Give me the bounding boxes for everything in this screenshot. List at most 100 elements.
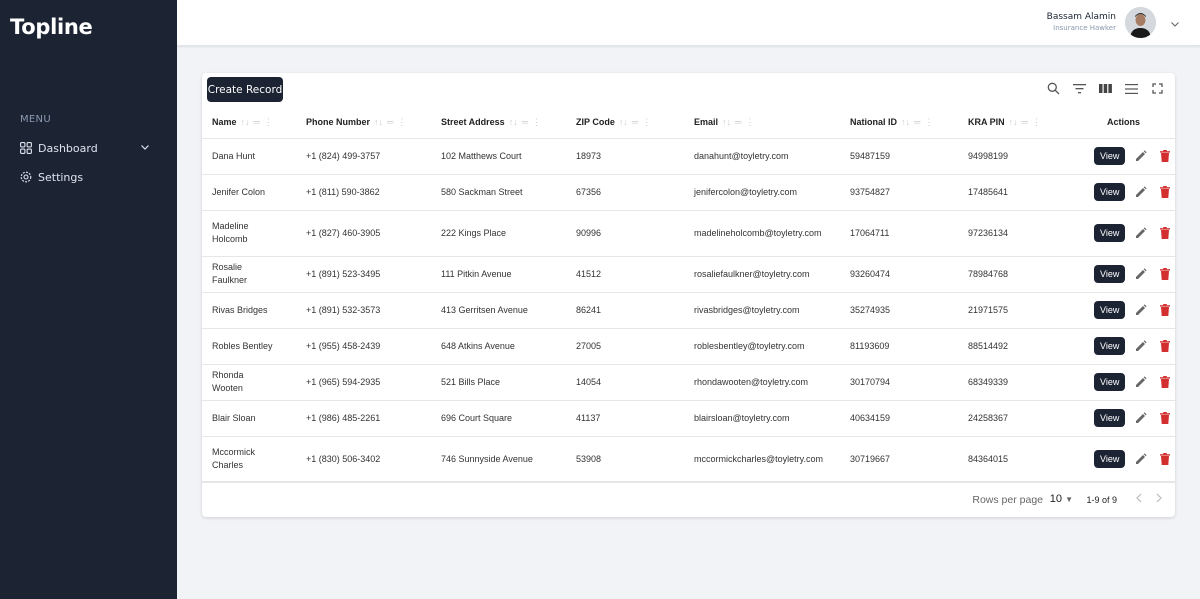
- cell-zip: 86241: [566, 292, 684, 329]
- sidebar-item-settings[interactable]: Settings: [20, 167, 160, 187]
- table-row: Blair Sloan +1 (986) 485-2261 696 Court Sq…: [202, 400, 1175, 437]
- sort-icon[interactable]: ↑↓: [619, 117, 628, 127]
- edit-icon[interactable]: [1133, 302, 1149, 318]
- cell-kra-pin: 68349339: [958, 364, 1072, 401]
- table-header-row: Name ↑↓ ═ ⋮ Phone Number ↑↓ ═ ⋮ Street Address…: [202, 107, 1175, 139]
- column-menu-icon[interactable]: ⋮: [1032, 117, 1041, 127]
- view-button[interactable]: View: [1094, 183, 1126, 201]
- cell-name: Rosalie Faulkner: [202, 256, 296, 293]
- fullscreen-icon[interactable]: [1150, 81, 1165, 96]
- edit-icon[interactable]: [1133, 410, 1149, 426]
- drag-handle-icon[interactable]: ═: [387, 117, 393, 127]
- delete-icon[interactable]: [1157, 184, 1173, 200]
- column-menu-icon[interactable]: ⋮: [532, 117, 541, 127]
- drag-handle-icon[interactable]: ═: [632, 117, 638, 127]
- sidebar-item-dashboard[interactable]: Dashboard: [20, 138, 160, 158]
- delete-icon[interactable]: [1157, 451, 1173, 467]
- cell-phone: +1 (955) 458-2439: [296, 328, 431, 365]
- view-button[interactable]: View: [1094, 265, 1126, 283]
- cell-zip: 27005: [566, 328, 684, 365]
- cell-address: 580 Sackman Street: [431, 174, 566, 211]
- row-actions: View: [1082, 409, 1175, 427]
- cell-zip: 14054: [566, 364, 684, 401]
- drag-handle-icon[interactable]: ═: [254, 117, 260, 127]
- column-header-national-id[interactable]: National ID ↑↓ ═ ⋮: [840, 107, 958, 139]
- previous-page-button[interactable]: [1135, 493, 1143, 506]
- edit-icon[interactable]: [1133, 338, 1149, 354]
- cell-email: mccormickcharles@toyletry.com: [684, 436, 840, 483]
- column-menu-icon[interactable]: ⋮: [745, 117, 754, 127]
- column-header-name[interactable]: Name ↑↓ ═ ⋮: [202, 107, 296, 139]
- edit-icon[interactable]: [1133, 374, 1149, 390]
- edit-icon[interactable]: [1133, 225, 1149, 241]
- drag-handle-icon[interactable]: ═: [735, 117, 741, 127]
- drag-handle-icon[interactable]: ═: [1022, 117, 1028, 127]
- column-menu-icon[interactable]: ⋮: [924, 117, 933, 127]
- search-icon[interactable]: [1046, 81, 1061, 96]
- cell-national-id: 93754827: [840, 174, 958, 211]
- edit-icon[interactable]: [1133, 451, 1149, 467]
- drag-handle-icon[interactable]: ═: [522, 117, 528, 127]
- view-button[interactable]: View: [1094, 373, 1126, 391]
- chevron-down-icon[interactable]: [140, 142, 150, 155]
- user-menu-chevron-icon[interactable]: [1170, 16, 1180, 34]
- row-actions: View: [1082, 265, 1175, 283]
- view-button[interactable]: View: [1094, 147, 1126, 165]
- rows-per-page-select[interactable]: 10 ▼: [1050, 493, 1073, 505]
- cell-actions: View: [1072, 174, 1175, 211]
- cell-address: 111 Pitkin Avenue: [431, 256, 566, 293]
- cell-name: Rivas Bridges: [202, 292, 296, 329]
- delete-icon[interactable]: [1157, 266, 1173, 282]
- delete-icon[interactable]: [1157, 148, 1173, 164]
- sort-icon[interactable]: ↑↓: [241, 117, 250, 127]
- column-header-address[interactable]: Street Address ↑↓ ═ ⋮: [431, 107, 566, 139]
- create-record-button[interactable]: Create Record: [207, 77, 283, 102]
- column-header-phone[interactable]: Phone Number ↑↓ ═ ⋮: [296, 107, 431, 139]
- density-icon[interactable]: [1124, 81, 1139, 96]
- delete-icon[interactable]: [1157, 302, 1173, 318]
- table-toolbar: [1046, 81, 1165, 96]
- rows-per-page-label: Rows per page: [972, 494, 1043, 506]
- sort-icon[interactable]: ↑↓: [722, 117, 731, 127]
- view-button[interactable]: View: [1094, 224, 1126, 242]
- cell-address: 648 Atkins Avenue: [431, 328, 566, 365]
- cell-phone: +1 (811) 590-3862: [296, 174, 431, 211]
- delete-icon[interactable]: [1157, 225, 1173, 241]
- edit-icon[interactable]: [1133, 266, 1149, 282]
- view-button[interactable]: View: [1094, 337, 1126, 355]
- sort-icon[interactable]: ↑↓: [509, 117, 518, 127]
- sort-icon[interactable]: ↑↓: [1009, 117, 1018, 127]
- pagination-footer: Rows per page 10 ▼ 1-9 of 9: [202, 481, 1175, 517]
- view-button[interactable]: View: [1094, 409, 1126, 427]
- row-actions: View: [1082, 450, 1175, 468]
- sort-icon[interactable]: ↑↓: [901, 117, 910, 127]
- view-button[interactable]: View: [1094, 301, 1126, 319]
- cell-name: Blair Sloan: [202, 400, 296, 437]
- delete-icon[interactable]: [1157, 374, 1173, 390]
- delete-icon[interactable]: [1157, 410, 1173, 426]
- sort-icon[interactable]: ↑↓: [374, 117, 383, 127]
- filter-icon[interactable]: [1072, 81, 1087, 96]
- row-actions: View: [1082, 337, 1175, 355]
- columns-icon[interactable]: [1098, 81, 1113, 96]
- column-header-actions: Actions: [1072, 107, 1175, 139]
- avatar[interactable]: [1125, 7, 1156, 38]
- cell-address: 746 Sunnyside Avenue: [431, 436, 566, 483]
- edit-icon[interactable]: [1133, 184, 1149, 200]
- view-button[interactable]: View: [1094, 450, 1126, 468]
- delete-icon[interactable]: [1157, 338, 1173, 354]
- column-header-kra-pin[interactable]: KRA PIN ↑↓ ═ ⋮: [958, 107, 1072, 139]
- cell-phone: +1 (965) 594-2935: [296, 364, 431, 401]
- cell-email: rhondawooten@toyletry.com: [684, 364, 840, 401]
- column-menu-icon[interactable]: ⋮: [397, 117, 406, 127]
- column-menu-icon[interactable]: ⋮: [642, 117, 651, 127]
- next-page-button[interactable]: [1155, 493, 1163, 506]
- edit-icon[interactable]: [1133, 148, 1149, 164]
- column-header-email[interactable]: Email ↑↓ ═ ⋮: [684, 107, 840, 139]
- cell-kra-pin: 21971575: [958, 292, 1072, 329]
- drag-handle-icon[interactable]: ═: [914, 117, 920, 127]
- column-header-zip[interactable]: ZIP Code ↑↓ ═ ⋮: [566, 107, 684, 139]
- user-role: Insurance Hawker: [1053, 24, 1116, 32]
- column-menu-icon[interactable]: ⋮: [264, 117, 273, 127]
- cell-zip: 90996: [566, 210, 684, 257]
